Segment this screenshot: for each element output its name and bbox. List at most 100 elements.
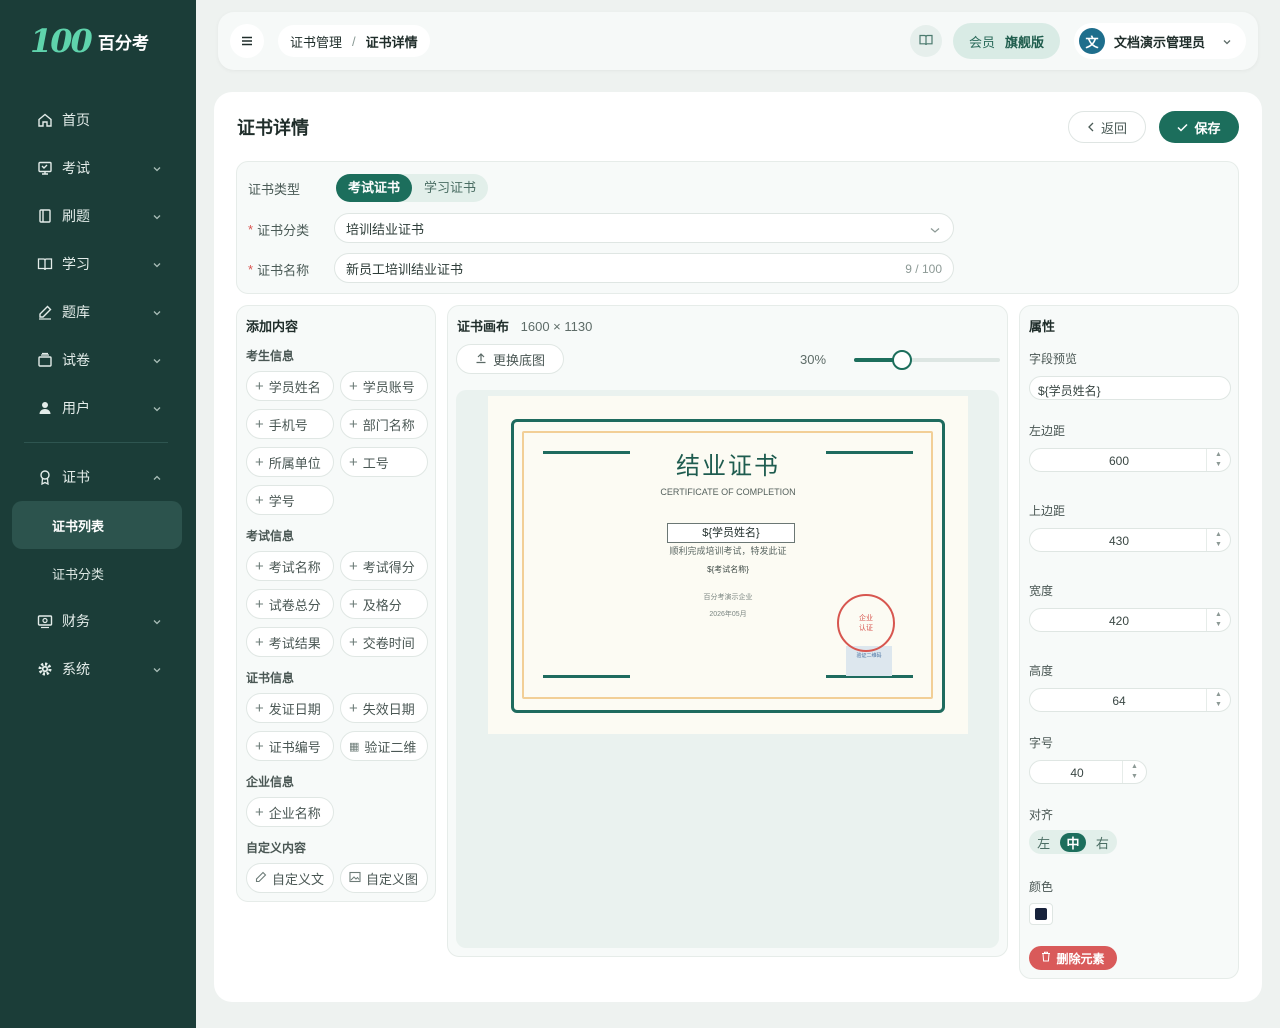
membership-badge[interactable]: 会员 旗舰版 bbox=[953, 23, 1061, 59]
add-field-student-name[interactable]: + 学员姓名 bbox=[246, 371, 334, 401]
chip-label: 证书编号 bbox=[268, 739, 321, 755]
trash-icon bbox=[1041, 951, 1051, 965]
chip-label: 部门名称 bbox=[362, 417, 415, 433]
nav-item-users[interactable]: 用户 bbox=[0, 384, 196, 432]
align-left[interactable]: 左 bbox=[1031, 833, 1056, 852]
nav-item-home[interactable]: 首页 bbox=[0, 96, 196, 144]
stepper-icon[interactable]: ▲ ▼ bbox=[1206, 529, 1230, 551]
zoom-level: 30% bbox=[800, 352, 827, 367]
cert-company[interactable]: 百分考演示企业 bbox=[488, 592, 968, 602]
cert-seal[interactable]: 企业 认证 bbox=[837, 594, 895, 652]
stepper-icon[interactable]: ▲ ▼ bbox=[1206, 449, 1230, 471]
nav-label: 财务 bbox=[62, 613, 90, 629]
align-right[interactable]: 右 bbox=[1090, 833, 1115, 852]
height-input[interactable]: 64 ▲ ▼ bbox=[1029, 688, 1231, 712]
add-field-student-account[interactable]: + 学员账号 bbox=[340, 371, 428, 401]
add-field-exam-name[interactable]: + 考试名称 bbox=[246, 551, 334, 581]
nav-item-exam[interactable]: 考试 bbox=[0, 144, 196, 192]
add-field-phone[interactable]: + 手机号 bbox=[246, 409, 334, 439]
add-field-student-id[interactable]: + 学号 bbox=[246, 485, 334, 515]
add-field-organization[interactable]: + 所属单位 bbox=[246, 447, 334, 477]
breadcrumb-separator: / bbox=[352, 33, 356, 49]
add-field-issue-date[interactable]: + 发证日期 bbox=[246, 693, 334, 723]
nav-label: 证书 bbox=[62, 469, 90, 485]
save-button[interactable]: 保存 bbox=[1159, 111, 1239, 143]
add-field-cert-number[interactable]: + 证书编号 bbox=[246, 731, 334, 761]
seal-text: 认证 bbox=[859, 625, 873, 632]
cert-field-student-name[interactable]: ${学员姓名} bbox=[667, 523, 795, 543]
align-center[interactable]: 中 bbox=[1060, 832, 1086, 852]
finance-icon bbox=[36, 612, 54, 630]
field-preview-input[interactable]: ${学员姓名} bbox=[1029, 376, 1231, 400]
add-field-employee-id[interactable]: + 工号 bbox=[340, 447, 428, 477]
cert-canvas[interactable]: 结业证书 CERTIFICATE OF COMPLETION ${学员姓名} 顺… bbox=[456, 390, 999, 948]
stepper-icon[interactable]: ▲ ▼ bbox=[1206, 689, 1230, 711]
user-menu[interactable]: 文 文档演示管理员 bbox=[1074, 23, 1246, 59]
left-margin-input[interactable]: 600 ▲ ▼ bbox=[1029, 448, 1231, 472]
stepper-icon[interactable]: ▲ ▼ bbox=[1122, 761, 1146, 783]
add-field-exam-score[interactable]: + 考试得分 bbox=[340, 551, 428, 581]
chevron-down-icon bbox=[152, 614, 162, 630]
menu-toggle-button[interactable] bbox=[230, 24, 264, 58]
add-custom-text[interactable]: 自定义文 bbox=[246, 863, 334, 893]
add-field-verify-qr[interactable]: ▦ 验证二维 bbox=[340, 731, 428, 761]
docs-button[interactable] bbox=[910, 25, 942, 57]
canvas-panel: 证书画布 1600 × 1130 更换底图 30% 结业证书 CERTIFICA… bbox=[447, 305, 1008, 957]
left-margin-value: 600 bbox=[1108, 454, 1130, 468]
color-picker[interactable] bbox=[1029, 903, 1053, 925]
cert-field-exam-name[interactable]: ${考试名称} bbox=[488, 564, 968, 575]
add-field-company-name[interactable]: + 企业名称 bbox=[246, 797, 334, 827]
add-field-pass-score[interactable]: + 及格分 bbox=[340, 589, 428, 619]
add-field-exam-result[interactable]: + 考试结果 bbox=[246, 627, 334, 657]
chevron-up-icon bbox=[152, 470, 162, 486]
avatar: 文 bbox=[1079, 28, 1105, 54]
nav-sub-cert-list[interactable]: 证书列表 bbox=[12, 501, 182, 549]
nav-item-study[interactable]: 学习 bbox=[0, 240, 196, 288]
breadcrumb-item[interactable]: 证书管理 bbox=[290, 32, 342, 51]
form-row-name: * 证书名称 bbox=[248, 260, 309, 279]
nav-item-papers[interactable]: 试卷 bbox=[0, 336, 196, 384]
cert-type-study[interactable]: 学习证书 bbox=[412, 174, 488, 202]
cert-title[interactable]: 结业证书 bbox=[488, 446, 968, 481]
nav-item-certificates[interactable]: 证书 bbox=[0, 453, 196, 501]
add-field-submit-time[interactable]: + 交卷时间 bbox=[340, 627, 428, 657]
chip-label: 考试得分 bbox=[362, 559, 415, 575]
delete-element-button[interactable]: 删除元素 bbox=[1029, 946, 1117, 970]
brand-logo[interactable]: 100 百分考 bbox=[30, 22, 149, 60]
nav-divider bbox=[24, 442, 168, 443]
chevron-down-icon bbox=[152, 209, 162, 225]
add-custom-image[interactable]: 自定义图 bbox=[340, 863, 428, 893]
chevron-down-icon bbox=[152, 305, 162, 321]
back-button[interactable]: 返回 bbox=[1068, 111, 1146, 143]
chevron-down-icon bbox=[152, 161, 162, 177]
nav-item-finance[interactable]: 财务 bbox=[0, 597, 196, 645]
top-margin-input[interactable]: 430 ▲ ▼ bbox=[1029, 528, 1231, 552]
chip-label: 学员姓名 bbox=[268, 379, 321, 395]
cert-type-exam[interactable]: 考试证书 bbox=[336, 174, 413, 202]
add-field-expire-date[interactable]: + 失效日期 bbox=[340, 693, 428, 723]
change-background-button[interactable]: 更换底图 bbox=[456, 344, 564, 374]
cert-date[interactable]: 2026年05月 bbox=[488, 609, 968, 619]
zoom-slider[interactable] bbox=[854, 350, 1000, 370]
font-size-input[interactable]: 40 ▲ ▼ bbox=[1029, 760, 1147, 784]
stepper-icon[interactable]: ▲ ▼ bbox=[1206, 609, 1230, 631]
cert-name-input[interactable]: 新员工培训结业证书 9 / 100 bbox=[334, 253, 954, 283]
paper-icon bbox=[36, 351, 54, 369]
width-input[interactable]: 420 ▲ ▼ bbox=[1029, 608, 1231, 632]
group-title: 考生信息 bbox=[246, 349, 295, 363]
nav-item-practice[interactable]: 刷题 bbox=[0, 192, 196, 240]
pen-icon bbox=[36, 303, 54, 321]
breadcrumb: 证书管理 / 证书详情 bbox=[278, 25, 430, 57]
cert-category-select[interactable]: 培训结业证书 bbox=[334, 213, 954, 243]
add-field-department[interactable]: + 部门名称 bbox=[340, 409, 428, 439]
required-mark: * bbox=[248, 222, 254, 237]
zoom-slider-handle[interactable] bbox=[891, 350, 912, 370]
hamburger-icon bbox=[241, 33, 253, 50]
nav-item-system[interactable]: 系统 bbox=[0, 645, 196, 693]
book-open-icon bbox=[919, 34, 933, 49]
cert-description[interactable]: 顺利完成培训考试，特发此证 bbox=[488, 544, 968, 557]
nav-item-question-bank[interactable]: 题库 bbox=[0, 288, 196, 336]
cert-subtitle[interactable]: CERTIFICATE OF COMPLETION bbox=[488, 487, 968, 497]
nav-sub-cert-category[interactable]: 证书分类 bbox=[0, 549, 196, 597]
add-field-total-score[interactable]: + 试卷总分 bbox=[246, 589, 334, 619]
